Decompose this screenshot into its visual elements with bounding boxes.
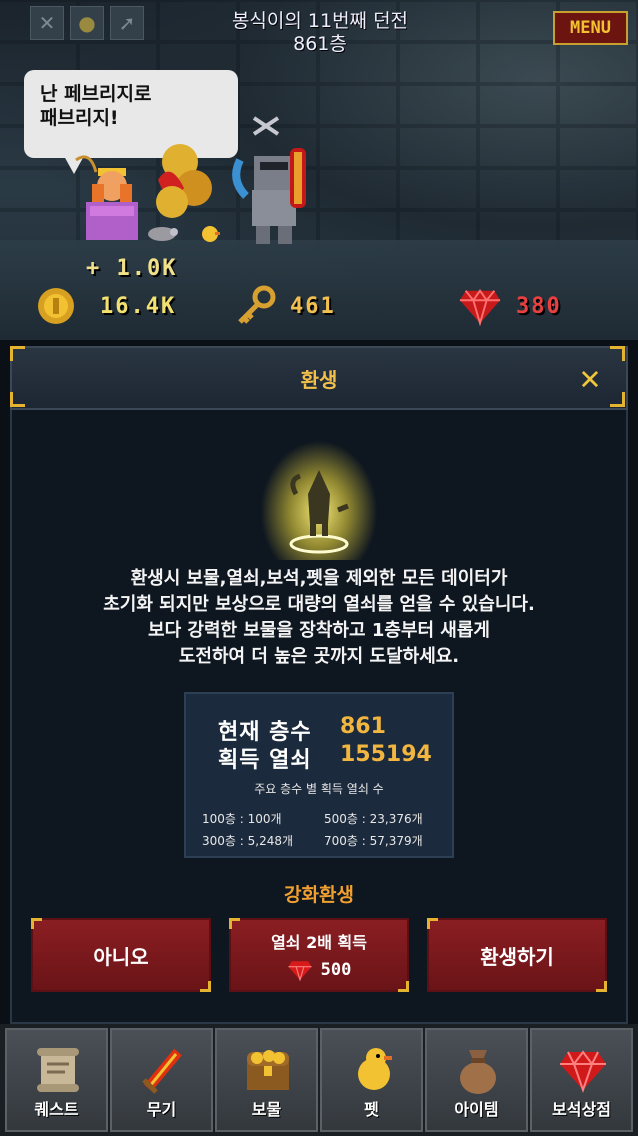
tab-label: 퀘스트 [34,1100,79,1119]
knight-enemy[interactable] [220,100,330,250]
gem-icon [458,284,502,328]
button-corner [398,981,409,992]
tab-weapon[interactable]: 무기 [110,1028,213,1132]
swords-icon[interactable]: ✕ [30,6,64,40]
key-amount: 461 [290,293,336,319]
tab-label: 펫 [364,1100,379,1119]
close-icon[interactable]: ✕ [574,361,606,395]
description-line: 도전하여 더 높은 곳까지 도달하세요. [178,646,460,667]
coin-stack-icon[interactable]: ● [70,6,104,40]
rebirth-stats-box: 현재 층수 861 획득 열쇠 155194 주요 층수 별 획득 열쇠 수 1… [184,692,454,858]
gem-icon [560,1050,606,1094]
key-table-cell: 700층 : 57,379개 [324,834,423,848]
boot-icon[interactable]: ➚ [110,6,144,40]
tab-quest[interactable]: 퀘스트 [5,1028,108,1132]
key-table-cell: 300층 : 5,248개 [202,834,294,848]
dungeon-title: 봉식이의 11번째 던전 861층 [170,10,470,56]
button-corner [31,918,42,929]
tab-label: 보물 [251,1100,282,1119]
frame-corner [10,346,25,361]
double-keys-label: 열쇠 2배 획득 [271,933,367,952]
rebirth-button-label: 환생하기 [480,944,554,969]
chick-icon [358,1048,392,1090]
frame-corner [610,392,625,407]
description-line: 환생시 보물,열쇠,보석,펫을 제외한 모든 데이터가 [130,568,508,589]
button-corner [200,981,211,992]
scroll-icon [37,1048,79,1092]
speech-line-2: 패브리지! [40,107,119,129]
tab-label: 무기 [146,1100,177,1119]
button-corner [229,918,240,929]
double-keys-cost-value: 500 [320,960,352,980]
earned-keys-value: 155194 [340,742,432,767]
key-table-cell: 500층 : 23,376개 [324,812,423,826]
rebirth-emblem-icon [289,470,349,554]
gem-icon [288,961,312,981]
tab-treasure[interactable]: 보물 [215,1028,318,1132]
button-corner [427,918,438,929]
tab-gem-shop[interactable]: 보석상점 [530,1028,633,1132]
gem-counter: 380 [458,284,562,328]
key-table-title: 주요 층수 별 획득 열쇠 수 [254,782,384,796]
key-counter: 461 [234,284,336,328]
floor-number: 861층 [293,33,347,55]
treasure-chest-icon [247,1050,289,1090]
description-line: 초기화 되지만 보상으로 대량의 열쇠를 얻을 수 있습니다. [103,594,535,615]
fire-coin-companion [156,144,212,218]
button-corner [596,981,607,992]
no-button-label: 아니오 [93,944,149,969]
pet-chick [202,226,220,242]
double-keys-button[interactable]: 열쇠 2배 획득 500 [229,918,409,992]
rebirth-button[interactable]: 환생하기 [427,918,607,992]
coin-counter: 16.4K [34,284,176,328]
double-keys-cost: 500 [287,959,352,981]
tab-label: 보석상점 [552,1100,611,1119]
player-character[interactable] [70,150,150,246]
gem-amount: 380 [516,293,562,319]
gold-gain-text: + 1.0K [86,256,178,281]
item-bag-icon [460,1050,496,1094]
frame-corner [610,346,625,361]
speech-line-1: 난 페브리지로 [40,83,152,105]
tab-label: 아이템 [454,1100,499,1119]
sword-icon [142,1048,182,1094]
menu-button[interactable]: MENU [553,11,628,45]
dialog-header: 환생 [10,346,628,410]
key-table-cell: 100층 : 100개 [202,812,282,826]
coin-icon [34,284,78,328]
tab-item[interactable]: 아이템 [425,1028,528,1132]
no-button[interactable]: 아니오 [31,918,211,992]
earned-keys-label: 획득 열쇠 [218,748,312,773]
enhanced-rebirth-title: 강화환생 [284,884,354,906]
description-line: 보다 강력한 보물을 장착하고 1층부터 새롭게 [148,620,490,641]
frame-corner [10,392,25,407]
coin-amount: 16.4K [100,293,177,319]
current-floor-value: 861 [340,714,386,739]
rebirth-description: 환생시 보물,열쇠,보석,펫을 제외한 모든 데이터가 초기화 되지만 보상으로… [40,566,598,670]
key-icon [234,284,278,328]
tab-pet[interactable]: 펫 [320,1028,423,1132]
dialog-title: 환생 [300,367,338,392]
earned-keys-row: 획득 열쇠 155194 [218,742,432,774]
top-icons: ✕ ● ➚ [30,6,144,40]
dungeon-name: 봉식이의 11번째 던전 [231,10,409,32]
